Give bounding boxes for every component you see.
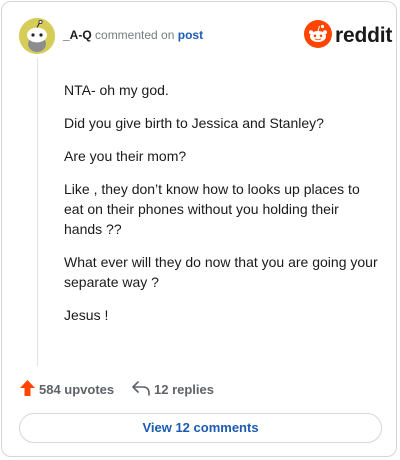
reply-arrow-icon[interactable] [132,381,150,396]
username[interactable]: _A-Q [63,28,92,42]
user-avatar[interactable] [19,18,55,54]
comment-paragraph: What ever will they do now that you are … [64,254,378,290]
commented-on-label: commented on [95,28,175,42]
comment-card: _A-Q commented on post reddit NTA- oh my… [1,1,397,457]
reddit-logo-icon [304,20,332,48]
reddit-brand[interactable]: reddit [304,20,392,50]
comment-paragraph: Did you give birth to Jessica and Stanle… [64,115,324,131]
upvote-arrow-icon[interactable] [20,380,35,396]
comment-body: NTA- oh my god. Did you give birth to Je… [64,80,380,338]
comment-header: _A-Q commented on post reddit [19,18,392,54]
comment-paragraph: Are you their mom? [64,148,187,164]
comment-paragraph: Jesus ! [64,307,109,323]
snoo-avatar-icon [19,18,55,54]
comment-paragraph: Like , they don’t know how to looks up p… [64,181,360,237]
comment-actions: 584 upvotes 12 replies [20,379,380,399]
thread-line [37,58,38,366]
brand-wordmark: reddit [335,24,393,47]
upvote-count[interactable]: 584 upvotes [39,382,114,397]
comment-paragraph: NTA- oh my god. [64,82,169,98]
view-comments-button[interactable]: View 12 comments [19,413,382,443]
reply-count[interactable]: 12 replies [154,382,214,397]
comment-meta: _A-Q commented on post [63,28,203,42]
post-link[interactable]: post [178,28,203,42]
